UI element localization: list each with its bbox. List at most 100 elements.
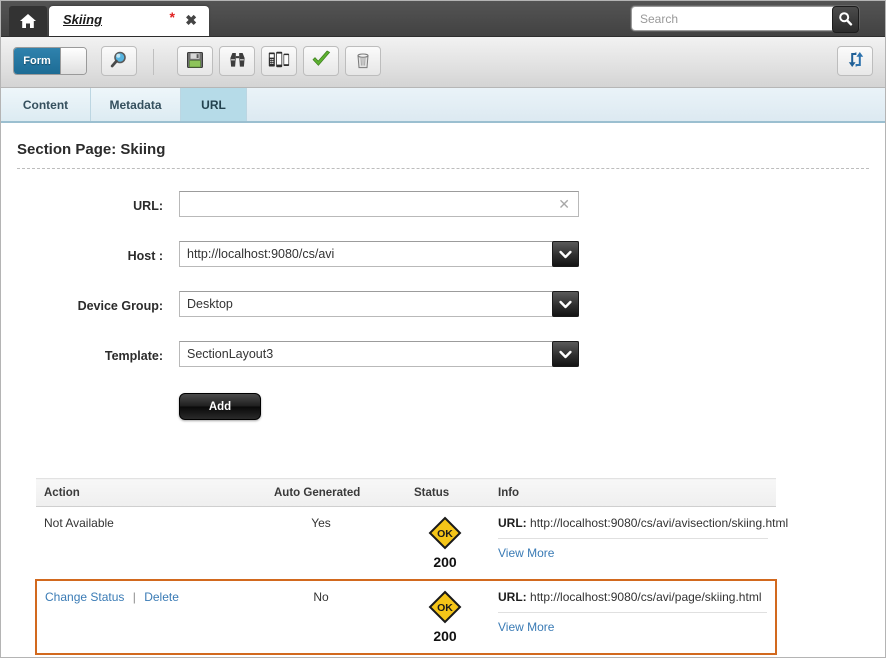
form-toggle-label: Form [14, 48, 60, 74]
url-results-table: Action Auto Generated Status Info Not Av… [35, 478, 788, 655]
template-select[interactable]: SectionLayout3 [179, 341, 579, 367]
table-row: Change Status | Delete No OK 200 URL: ht… [35, 579, 777, 655]
save-button[interactable] [177, 46, 213, 76]
view-more-link[interactable]: View More [498, 620, 554, 634]
info-url-value: http://localhost:9080/cs/avi/page/skiing… [530, 590, 762, 604]
column-header-info: Info [490, 478, 776, 507]
section-tabs: Content Metadata URL [1, 88, 885, 123]
unsaved-changes-marker: * [169, 9, 175, 25]
checkmark-icon [311, 50, 332, 72]
home-icon [19, 13, 37, 29]
table-row: Not Available Yes OK 200 URL: http://loc… [36, 506, 788, 581]
main-toolbar: Form [1, 37, 885, 88]
title-divider [17, 168, 869, 169]
cell-status: OK 200 [400, 579, 490, 655]
svg-text:OK: OK [437, 602, 453, 614]
status-code: 200 [433, 554, 457, 570]
tab-metadata[interactable]: Metadata [91, 88, 181, 122]
status-badge: OK 200 [428, 516, 462, 570]
cell-auto-generated: Yes [242, 506, 400, 581]
window-titlebar: Skiing * ✖ ▾ [1, 1, 885, 37]
host-select[interactable]: http://localhost:9080/cs/avi [179, 241, 579, 267]
status-ok-diamond-icon: OK [428, 590, 462, 624]
info-url-line: URL: http://localhost:9080/cs/avi/page/s… [498, 590, 767, 604]
chevron-down-icon[interactable] [552, 291, 579, 317]
add-button[interactable]: Add [179, 393, 261, 420]
toggle-knob [60, 48, 86, 74]
clear-icon[interactable]: ✕ [558, 196, 570, 212]
cell-action: Not Available [36, 506, 242, 581]
preview-binoculars-button[interactable] [219, 46, 255, 76]
delete-button[interactable] [345, 46, 381, 76]
trash-icon [355, 51, 371, 72]
template-select-value: SectionLayout3 [187, 347, 274, 361]
search-button[interactable] [832, 6, 859, 33]
change-status-link[interactable]: Change Status [45, 590, 124, 604]
form-row-template: Template: SectionLayout3 [17, 341, 869, 391]
form-mode-toggle[interactable]: Form [13, 47, 87, 75]
binoculars-icon [228, 51, 247, 72]
action-separator: | [132, 590, 136, 604]
cell-status: OK 200 [400, 506, 490, 581]
info-divider [498, 612, 767, 613]
form-row-url: URL: ✕ [17, 191, 869, 241]
device-group-select[interactable]: Desktop [179, 291, 579, 317]
search-icon [838, 11, 853, 29]
info-url-label: URL: [498, 590, 527, 604]
cell-info: URL: http://localhost:9080/cs/avi/avisec… [490, 506, 788, 581]
cell-action: Change Status | Delete [35, 579, 242, 655]
page-content: Section Page: Skiing URL: ✕ Host : http:… [1, 141, 885, 657]
info-divider [498, 538, 768, 539]
close-icon[interactable]: ✖ [185, 12, 197, 28]
template-label: Template: [104, 349, 163, 363]
document-tab-title: Skiing [63, 12, 103, 27]
tab-url-label: URL [201, 98, 226, 112]
delete-link[interactable]: Delete [144, 590, 179, 604]
status-badge: OK 200 [428, 590, 462, 644]
column-header-action: Action [36, 478, 242, 507]
tab-content[interactable]: Content [1, 88, 91, 122]
chevron-down-icon[interactable] [552, 341, 579, 367]
table-header-row: Action Auto Generated Status Info [36, 478, 776, 507]
search-input[interactable] [632, 7, 840, 30]
preview-button[interactable] [101, 46, 137, 76]
device-group-select-value: Desktop [187, 297, 233, 311]
page-title: Section Page: Skiing [17, 141, 166, 158]
application-window: Skiing * ✖ ▾ Form [0, 0, 886, 658]
cell-info: URL: http://localhost:9080/cs/avi/page/s… [490, 579, 777, 655]
toolbar-separator [153, 49, 154, 75]
url-input[interactable]: ✕ [179, 191, 579, 217]
info-url-value: http://localhost:9080/cs/avi/avisection/… [530, 516, 789, 530]
devices-button[interactable] [261, 46, 297, 76]
status-code: 200 [433, 628, 457, 644]
url-form: URL: ✕ Host : http://localhost:9080/cs/a… [17, 191, 869, 445]
refresh-icon [846, 50, 865, 72]
info-url-line: URL: http://localhost:9080/cs/avi/avisec… [498, 516, 788, 530]
form-row-add: Add [17, 391, 869, 445]
cell-auto-generated: No [242, 579, 400, 655]
refresh-button[interactable] [837, 46, 873, 76]
status-ok-diamond-icon: OK [428, 516, 462, 550]
save-icon [186, 51, 204, 72]
column-header-auto-generated: Auto Generated [242, 478, 400, 507]
url-label: URL: [133, 199, 163, 213]
form-row-host: Host : http://localhost:9080/cs/avi [17, 241, 869, 291]
view-more-link[interactable]: View More [498, 546, 554, 560]
host-label: Host : [127, 249, 163, 263]
devices-icon [268, 51, 290, 71]
form-row-device-group: Device Group: Desktop [17, 291, 869, 341]
device-group-label: Device Group: [77, 299, 163, 313]
document-tab[interactable]: Skiing * ✖ [49, 6, 209, 36]
chevron-down-icon[interactable] [552, 241, 579, 267]
magnifier-icon [109, 50, 129, 73]
tab-content-label: Content [22, 98, 69, 112]
info-url-label: URL: [498, 516, 527, 530]
tab-url[interactable]: URL [181, 88, 247, 122]
search-box[interactable]: ▾ [631, 6, 859, 33]
approve-button[interactable] [303, 46, 339, 76]
tab-metadata-label: Metadata [109, 98, 162, 112]
svg-text:OK: OK [437, 528, 453, 540]
action-text: Not Available [44, 516, 114, 530]
home-button[interactable] [9, 6, 47, 36]
host-select-value: http://localhost:9080/cs/avi [187, 247, 335, 261]
